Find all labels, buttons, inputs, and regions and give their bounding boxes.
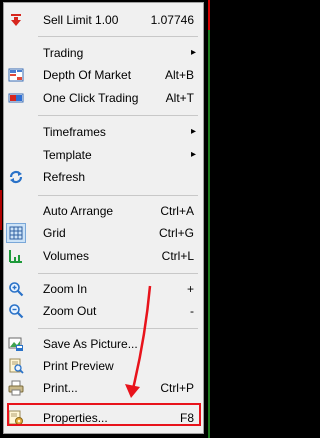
submenu-arrow-icon: ▸ (190, 47, 196, 58)
chart-context-menu: Sell Limit 1.00 1.07746 Trading ▸ Depth … (3, 2, 204, 434)
screenshot-stage: Sell Limit 1.00 1.07746 Trading ▸ Depth … (0, 0, 213, 438)
menu-item-shortcut: Alt+B (164, 68, 194, 82)
menu-item-label: Depth Of Market (43, 68, 132, 82)
menu-item-sell-limit[interactable]: Sell Limit 1.00 1.07746 (5, 9, 202, 31)
one-click-trading-icon (8, 90, 24, 106)
menu-item-label: Template (43, 148, 92, 162)
volumes-icon (8, 248, 24, 264)
menu-item-zoom-in[interactable]: Zoom In + (5, 278, 202, 300)
menu-item-shortcut: 1.07746 (150, 13, 194, 27)
menu-item-label: One Click Trading (43, 91, 139, 105)
submenu-arrow-icon: ▸ (190, 149, 196, 160)
zoom-out-icon (8, 303, 24, 319)
menu-item-label: Save As Picture... (43, 337, 138, 351)
print-preview-icon (8, 358, 24, 374)
menu-item-zoom-out[interactable]: Zoom Out - (5, 300, 202, 322)
menu-item-shortcut: Ctrl+G (158, 226, 194, 240)
save-as-picture-icon (8, 336, 24, 352)
menu-item-label: Print... (43, 381, 78, 395)
menu-item-trading[interactable]: Trading ▸ (5, 42, 202, 64)
menu-item-label: Sell Limit 1.00 (43, 13, 119, 27)
menu-separator (38, 36, 198, 37)
annotation-highlight-box (7, 403, 201, 426)
menu-separator (38, 273, 198, 274)
menu-item-label: Auto Arrange (43, 204, 114, 218)
menu-item-label: Grid (43, 226, 66, 240)
menu-item-shortcut: Ctrl+P (160, 381, 194, 395)
grid-icon (6, 223, 26, 243)
menu-item-refresh[interactable]: Refresh (5, 166, 202, 188)
menu-separator (38, 195, 198, 196)
menu-item-shortcut: Alt+T (165, 91, 194, 105)
menu-item-shortcut: - (190, 304, 194, 318)
menu-item-print-preview[interactable]: Print Preview (5, 355, 202, 377)
sell-limit-arrow-icon (8, 12, 24, 28)
menu-item-shortcut: + (186, 282, 194, 296)
menu-item-label: Print Preview (43, 359, 114, 373)
menu-item-volumes[interactable]: Volumes Ctrl+L (5, 245, 202, 267)
menu-item-label: Timeframes (43, 125, 106, 139)
menu-item-depth-of-market[interactable]: Depth Of Market Alt+B (5, 64, 202, 86)
menu-item-shortcut: Ctrl+A (160, 204, 194, 218)
menu-item-print[interactable]: Print... Ctrl+P (5, 377, 202, 399)
menu-item-template[interactable]: Template ▸ (5, 144, 202, 166)
menu-item-one-click-trading[interactable]: One Click Trading Alt+T (5, 87, 202, 109)
menu-item-auto-arrange[interactable]: Auto Arrange Ctrl+A (5, 200, 202, 222)
menu-item-label: Trading (43, 46, 84, 60)
chart-background-line (208, 0, 210, 438)
menu-item-label: Volumes (43, 249, 90, 263)
chart-red-marker (208, 0, 210, 30)
submenu-arrow-icon: ▸ (190, 126, 196, 137)
zoom-in-icon (8, 281, 24, 297)
menu-item-label: Zoom Out (43, 304, 97, 318)
menu-item-timeframes[interactable]: Timeframes ▸ (5, 121, 202, 143)
menu-item-label: Refresh (43, 170, 86, 184)
menu-item-shortcut: Ctrl+L (161, 249, 194, 263)
printer-icon (8, 380, 24, 396)
menu-item-save-as-picture[interactable]: Save As Picture... (5, 333, 202, 355)
menu-item-label: Zoom In (43, 282, 88, 296)
chart-red-marker-left (0, 190, 2, 230)
refresh-icon (8, 169, 24, 185)
menu-separator (38, 115, 198, 116)
depth-of-market-icon (8, 67, 24, 83)
menu-separator (38, 328, 198, 329)
menu-item-grid[interactable]: Grid Ctrl+G (5, 222, 202, 244)
